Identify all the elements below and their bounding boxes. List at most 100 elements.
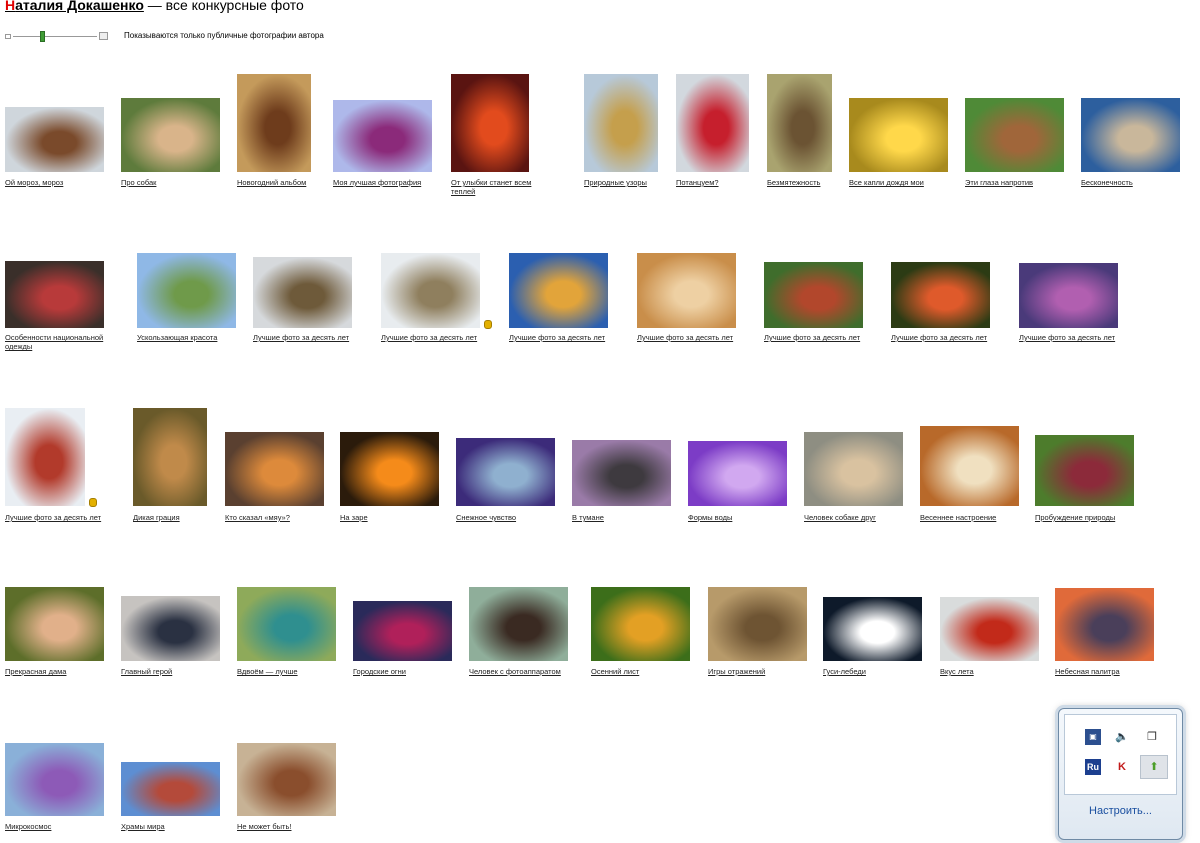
photo-caption-link[interactable]: Ой мороз, мороз [5, 178, 104, 187]
photo-thumbnail[interactable] [5, 408, 85, 506]
photo-thumbnail[interactable] [509, 253, 608, 328]
photo-caption-link[interactable]: Ускользающая красота [137, 333, 247, 342]
photo-caption-link[interactable]: Про собак [121, 178, 220, 187]
thumbnail-size-slider[interactable] [5, 31, 108, 42]
photo-caption-link[interactable]: Лучшие фото за десять лет [381, 333, 506, 342]
update-icon[interactable]: ⬆ [1140, 755, 1168, 779]
photo-caption-link[interactable]: Моя лучшая фотография [333, 178, 432, 187]
photo-caption-link[interactable]: Прекрасная дама [5, 667, 104, 676]
photo-caption-link[interactable]: Дикая грация [133, 513, 232, 522]
photo-thumbnail[interactable] [891, 262, 990, 328]
network-icon[interactable]: ▣ [1085, 729, 1101, 745]
photo-thumbnail[interactable] [353, 601, 452, 661]
photo-caption-link[interactable]: Лучшие фото за десять лет [764, 333, 889, 342]
photo-thumbnail[interactable] [5, 261, 104, 328]
photo-caption-link[interactable]: Кто сказал «мяу»? [225, 513, 324, 522]
photo-caption-link[interactable]: Бесконечность [1081, 178, 1180, 187]
photo-thumbnail[interactable] [456, 438, 555, 506]
photo-thumbnail[interactable] [823, 597, 922, 661]
photo-caption-link[interactable]: Не может быть! [237, 822, 336, 831]
speaker-icon[interactable]: 🔈 [1114, 729, 1130, 745]
photo-caption-link[interactable]: Лучшие фото за десять лет [509, 333, 634, 342]
photo-caption-link[interactable]: Человек собаке друг [804, 513, 903, 522]
photo-caption-link[interactable]: Осенний лист [591, 667, 690, 676]
photo-thumbnail[interactable] [688, 441, 787, 506]
photo-thumbnail[interactable] [637, 253, 736, 328]
photo-thumbnail[interactable] [920, 426, 1019, 506]
photo-caption-link[interactable]: Лучшие фото за десять лет [1019, 333, 1144, 342]
photo-thumbnail[interactable] [708, 587, 807, 661]
photo-caption-link[interactable]: Природные узоры [584, 178, 658, 187]
photo-thumbnail[interactable] [764, 262, 863, 328]
photo-caption-link[interactable]: Эти глаза напротив [965, 178, 1064, 187]
antivirus-icon[interactable]: K [1114, 759, 1130, 775]
photo-thumbnail[interactable] [237, 74, 311, 172]
slider-thumb[interactable] [40, 31, 45, 42]
photo-thumbnail[interactable] [381, 253, 480, 328]
photo-caption-link[interactable]: Вдвоём — лучше [237, 667, 336, 676]
photo-thumbnail[interactable] [133, 408, 207, 506]
photo-caption-link[interactable]: Человек с фотоаппаратом [469, 667, 589, 676]
photo-caption-link[interactable]: Игры отражений [708, 667, 807, 676]
large-thumbnails-icon[interactable] [99, 32, 108, 40]
photo-caption-link[interactable]: В тумане [572, 513, 671, 522]
photo-thumbnail[interactable] [333, 100, 432, 172]
photo-caption-link[interactable]: Вкус лета [940, 667, 1039, 676]
photo-thumbnail[interactable] [5, 587, 104, 661]
photo-caption-link[interactable]: Городские огни [353, 667, 452, 676]
photo-thumbnail[interactable] [940, 597, 1039, 661]
display-icon[interactable]: ❐ [1144, 729, 1160, 745]
customize-link[interactable]: Настроить... [1059, 805, 1182, 817]
language-icon[interactable]: Ru [1085, 759, 1101, 775]
slider-track[interactable] [13, 36, 97, 37]
photo-thumbnail[interactable] [253, 257, 352, 328]
photo-thumbnail[interactable] [121, 762, 220, 816]
photo-thumbnail[interactable] [676, 74, 749, 172]
photo-thumbnail[interactable] [5, 107, 104, 172]
photo-caption-link[interactable]: Безмятежность [767, 178, 832, 187]
photo-thumbnail[interactable] [1055, 588, 1154, 661]
photo-thumbnail[interactable] [1081, 98, 1180, 172]
small-thumbnails-icon[interactable] [5, 34, 11, 39]
photo-caption-link[interactable]: Все капли дождя мои [849, 178, 948, 187]
photo-caption-link[interactable]: Новогодний альбом [237, 178, 336, 187]
photo-caption-link[interactable]: Главный герой [121, 667, 220, 676]
author-link[interactable]: Наталия Докашенко [5, 0, 144, 13]
photo-thumbnail[interactable] [237, 587, 336, 661]
photo-thumbnail[interactable] [5, 743, 104, 816]
photo-caption-link[interactable]: Микрокосмос [5, 822, 104, 831]
page-title: Наталия Докашенко — все конкурсные фото [5, 0, 304, 17]
photo-thumbnail[interactable] [572, 440, 671, 506]
photo-thumbnail[interactable] [340, 432, 439, 506]
photo-thumbnail[interactable] [121, 596, 220, 661]
photo-thumbnail[interactable] [1035, 435, 1134, 506]
photo-caption-link[interactable]: От улыбки станет всем теплей [451, 178, 550, 196]
photo-caption-link[interactable]: Гуси-лебеди [823, 667, 922, 676]
photo-thumbnail[interactable] [469, 587, 568, 661]
photo-caption-link[interactable]: Лучшие фото за десять лет [891, 333, 1016, 342]
photo-caption-link[interactable]: На заре [340, 513, 439, 522]
photo-thumbnail[interactable] [584, 74, 658, 172]
photo-caption-link[interactable]: Формы воды [688, 513, 787, 522]
photo-caption-link[interactable]: Снежное чувство [456, 513, 555, 522]
photo-thumbnail[interactable] [237, 743, 336, 816]
photo-thumbnail[interactable] [965, 98, 1064, 172]
photo-thumbnail[interactable] [849, 98, 948, 172]
photo-thumbnail[interactable] [137, 253, 236, 328]
photo-caption-link[interactable]: Лучшие фото за десять лет [637, 333, 762, 342]
photo-caption-link[interactable]: Весеннее настроение [920, 513, 1019, 522]
photo-thumbnail[interactable] [804, 432, 903, 506]
photo-caption-link[interactable]: Потанцуем? [676, 178, 749, 187]
photo-thumbnail[interactable] [225, 432, 324, 506]
photo-thumbnail[interactable] [767, 74, 832, 172]
photo-caption-link[interactable]: Лучшие фото за десять лет [253, 333, 378, 342]
photo-thumbnail[interactable] [121, 98, 220, 172]
photo-thumbnail[interactable] [591, 587, 690, 661]
photo-caption-link[interactable]: Пробуждение природы [1035, 513, 1134, 522]
photo-thumbnail[interactable] [1019, 263, 1118, 328]
photo-caption-link[interactable]: Храмы мира [121, 822, 220, 831]
photo-caption-link[interactable]: Особенности национальной одежды [5, 333, 130, 351]
photo-caption-link[interactable]: Лучшие фото за десять лет [5, 513, 130, 522]
photo-caption-link[interactable]: Небесная палитра [1055, 667, 1154, 676]
photo-thumbnail[interactable] [451, 74, 529, 172]
